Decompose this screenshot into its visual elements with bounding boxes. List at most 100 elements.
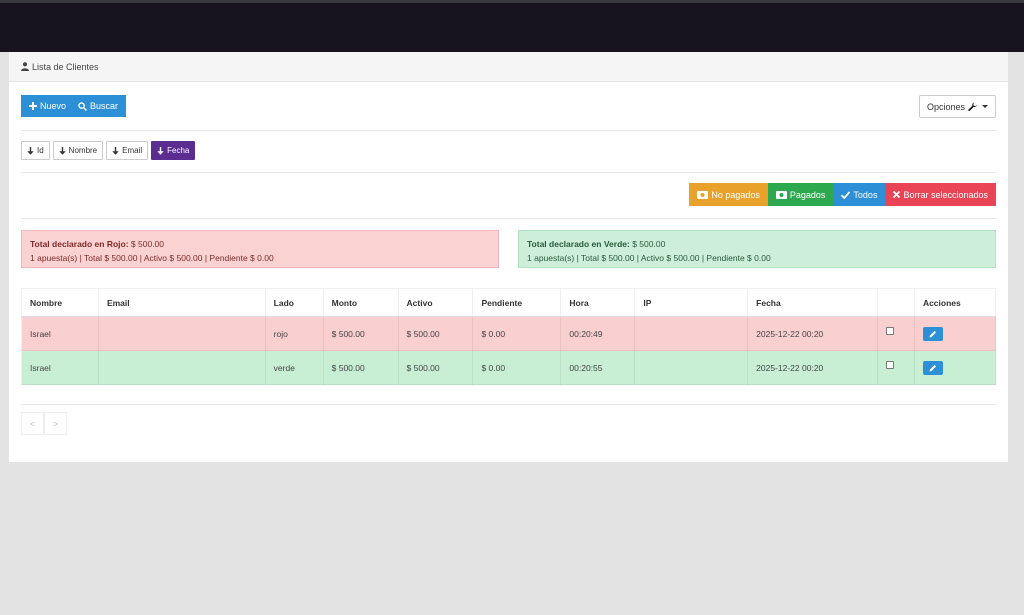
divider — [21, 130, 996, 131]
cell-select — [876, 316, 915, 351]
cell-email — [97, 316, 266, 351]
cell-nombre: Israel — [21, 316, 99, 351]
cell-pendiente: $ 0.00 — [472, 350, 562, 385]
cell-monto: $ 500.00 — [322, 316, 399, 351]
divider — [21, 218, 996, 219]
cell-ip — [634, 316, 749, 351]
pencil-icon — [929, 330, 937, 337]
column-header-lado[interactable]: Lado — [264, 288, 324, 317]
unpaid-filter-label: No pagados — [711, 189, 760, 200]
red-total-details: 1 apuesta(s) | Total $ 500.00 | Activo $… — [30, 253, 274, 263]
sort-email-button[interactable]: Email — [106, 141, 149, 160]
edit-button[interactable] — [922, 360, 943, 375]
new-button-label: Nuevo — [40, 101, 67, 111]
arrow-down-icon — [112, 146, 119, 155]
divider — [21, 172, 996, 173]
cell-nombre: Israel — [21, 350, 99, 385]
column-header-activo[interactable]: Activo — [397, 288, 474, 317]
delete-selected-button[interactable]: Borrar seleccionados — [885, 183, 996, 206]
cell-activo: $ 500.00 — [397, 350, 474, 385]
column-header-nombre[interactable]: Nombre — [21, 288, 99, 317]
clients-panel: Lista de Clientes Nuevo Buscar Opciones … — [9, 52, 1008, 462]
arrow-down-icon — [157, 146, 164, 155]
user-icon — [21, 62, 29, 71]
green-total-details: 1 apuesta(s) | Total $ 500.00 | Activo $… — [527, 253, 771, 263]
top-navbar — [0, 0, 1024, 52]
panel-heading: Lista de Clientes — [9, 52, 1008, 82]
times-icon — [893, 191, 901, 198]
wrench-icon — [968, 102, 977, 111]
table-row[interactable]: Israel rojo $ 500.00 $ 500.00 $ 0.00 00:… — [21, 316, 997, 351]
check-icon — [841, 190, 851, 199]
column-header-monto[interactable]: Monto — [322, 288, 399, 317]
cell-lado: rojo — [264, 316, 324, 351]
row-select-checkbox[interactable] — [885, 361, 894, 370]
cell-acciones — [913, 350, 997, 385]
column-header-hora[interactable]: Hora — [560, 288, 636, 317]
plus-icon — [29, 102, 37, 110]
column-header-email[interactable]: Email — [97, 288, 266, 317]
column-header-fecha[interactable]: Fecha — [747, 288, 878, 317]
money-icon — [775, 190, 787, 199]
sort-nombre-button[interactable]: Nombre — [52, 141, 104, 160]
cell-fecha: 2025-12-22 00:20 — [747, 350, 878, 385]
divider — [21, 404, 996, 405]
sort-email-label: Email — [122, 146, 143, 155]
green-total-label: Total declarado en Verde: — [527, 239, 630, 249]
action-button-group: Nuevo Buscar — [21, 95, 127, 117]
clients-table: Nombre Email Lado Monto Activo Pendiente… — [21, 288, 997, 385]
green-total-summary: Total declarado en Verde: $ 500.00 1 apu… — [518, 230, 996, 268]
column-header-pendiente[interactable]: Pendiente — [472, 288, 562, 317]
money-icon — [697, 190, 709, 199]
edit-button[interactable] — [922, 326, 943, 341]
pencil-icon — [929, 364, 937, 371]
cell-pendiente: $ 0.00 — [472, 316, 562, 351]
sort-id-button[interactable]: Id — [21, 141, 50, 160]
cell-ip — [634, 350, 749, 385]
cell-lado: verde — [264, 350, 324, 385]
red-total-value: $ 500.00 — [130, 239, 165, 249]
cell-fecha: 2025-12-22 00:20 — [747, 316, 878, 351]
prev-page-button[interactable]: < — [21, 412, 44, 435]
cell-hora: 00:20:49 — [560, 316, 636, 351]
toolbar: Nuevo Buscar Opciones — [21, 95, 996, 119]
sort-nombre-label: Nombre — [68, 146, 98, 155]
column-header-ip[interactable]: IP — [634, 288, 749, 317]
green-total-value: $ 500.00 — [632, 239, 666, 249]
red-total-label: Total declarado en Rojo: — [30, 239, 129, 249]
unpaid-filter-button[interactable]: No pagados — [689, 183, 768, 206]
sort-fecha-label: Fecha — [167, 146, 190, 155]
cell-acciones — [913, 316, 997, 351]
sort-id-label: Id — [37, 146, 44, 155]
column-header-acciones: Acciones — [913, 288, 997, 317]
row-select-checkbox[interactable] — [885, 327, 894, 336]
all-filter-button[interactable]: Todos — [833, 183, 886, 206]
search-button-label: Buscar — [90, 101, 119, 111]
cell-monto: $ 500.00 — [322, 350, 399, 385]
new-button[interactable]: Nuevo — [21, 95, 71, 117]
options-button-label: Opciones — [926, 101, 966, 112]
options-dropdown-button[interactable]: Opciones — [919, 95, 996, 118]
sort-fecha-button[interactable]: Fecha — [151, 141, 196, 160]
next-page-button[interactable]: > — [44, 412, 67, 435]
cell-email — [97, 350, 266, 385]
all-filter-label: Todos — [853, 189, 878, 200]
search-icon — [78, 101, 87, 111]
cell-hora: 00:20:55 — [560, 350, 636, 385]
table-header-row: Nombre Email Lado Monto Activo Pendiente… — [21, 288, 997, 317]
red-total-summary: Total declarado en Rojo: $ 500.00 1 apue… — [21, 230, 499, 268]
search-button[interactable]: Buscar — [70, 95, 127, 117]
sort-buttons: Id Nombre Email Fecha — [21, 141, 196, 160]
arrow-down-icon — [27, 146, 34, 155]
arrow-down-icon — [58, 146, 66, 155]
pagination: < > — [21, 412, 67, 435]
table-row[interactable]: Israel verde $ 500.00 $ 500.00 $ 0.00 00… — [21, 350, 997, 385]
paid-filter-button[interactable]: Pagados — [767, 183, 834, 206]
column-header-select — [876, 288, 915, 317]
cell-activo: $ 500.00 — [397, 316, 474, 351]
filter-buttons: No pagados Pagados Todos Borrar seleccio… — [689, 183, 996, 206]
delete-selected-label: Borrar seleccionados — [903, 189, 988, 200]
panel-title: Lista de Clientes — [32, 61, 99, 72]
cell-select — [876, 350, 915, 385]
paid-filter-label: Pagados — [789, 189, 826, 200]
